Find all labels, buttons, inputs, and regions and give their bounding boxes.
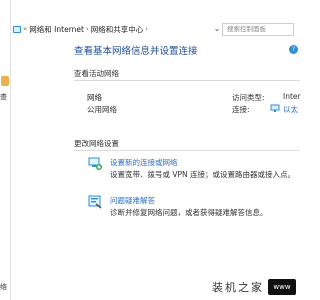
- watermark-badge: www: [268, 279, 296, 295]
- connections-label: 连接:: [232, 105, 250, 114]
- breadcrumb-item-network-internet[interactable]: 网络和 Internet: [29, 24, 84, 35]
- dropdown-chevron-icon[interactable]: ⌄: [212, 23, 222, 34]
- network-category: 公用网络: [87, 105, 117, 114]
- active-networks-heading: 查看活动网络: [74, 69, 119, 78]
- search-input[interactable]: 搜索控制面板: [222, 23, 294, 36]
- network-setup-icon: [88, 157, 102, 170]
- setup-new-connection-description: 设置宽带、拨号或 VPN 连接；或设置路由器或接入点。: [110, 170, 296, 179]
- setup-new-connection-link[interactable]: 设置新的连接或网络: [110, 157, 178, 168]
- watermark-text: 装机之家: [212, 281, 264, 294]
- site-watermark: 装机之家 www: [212, 278, 296, 296]
- troubleshoot-icon: [88, 195, 102, 209]
- troubleshoot-problems-link[interactable]: 问题疑难解答: [110, 195, 155, 206]
- page-title: 查看基本网络信息并设置连接: [74, 46, 198, 57]
- network-name: 网络: [87, 93, 102, 102]
- control-panel-home-icon[interactable]: [1, 76, 9, 86]
- network-folder-icon: [13, 25, 21, 33]
- help-icon[interactable]: ?: [289, 45, 298, 54]
- ethernet-icon: [270, 104, 280, 112]
- section-divider: [74, 80, 300, 81]
- left-navigation-pane: [0, 0, 11, 300]
- change-settings-heading: 更改网络设置: [74, 139, 119, 148]
- address-bar[interactable]: « 网络和 Internet › 网络和共享中心 › ⌄ 搜索控制面板: [10, 22, 300, 36]
- section-divider: [74, 150, 300, 151]
- troubleshoot-description: 诊断并修复网络问题，或者获得疑难解答信息。: [110, 208, 268, 217]
- access-type-value: Inter: [283, 92, 301, 101]
- left-pane-label[interactable]: 查: [0, 92, 7, 102]
- access-type-label: 访问类型:: [232, 93, 265, 102]
- left-pane-bottom-label[interactable]: 络: [0, 282, 7, 292]
- breadcrumb-separator[interactable]: ›: [145, 25, 148, 33]
- connection-link[interactable]: 以太: [283, 104, 298, 115]
- breadcrumb-item-sharing-center[interactable]: 网络和共享中心: [91, 24, 144, 35]
- breadcrumb-separator[interactable]: ›: [86, 25, 89, 33]
- breadcrumb-overflow[interactable]: «: [23, 25, 27, 33]
